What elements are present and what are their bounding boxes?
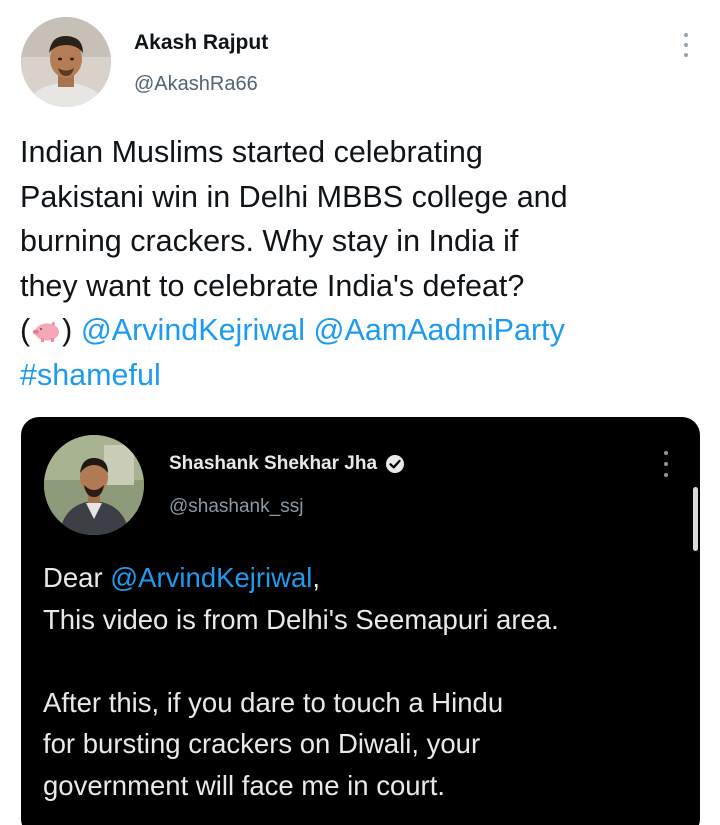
- quoted-text-line: This video is from Delhi's Seemapuri are…: [43, 603, 559, 635]
- dot: [684, 33, 688, 37]
- quoted-text-line: After this, if you dare to touch a Hindu: [43, 686, 504, 718]
- tweet-text-line: ( ) @ArvindKejriwal @AamAadmiParty: [20, 308, 700, 353]
- author-avatar-image: [21, 17, 111, 107]
- quoted-text-line: for bursting crackers on Diwali, your: [43, 728, 481, 759]
- author-avatar[interactable]: [21, 17, 111, 107]
- dot: [664, 451, 668, 455]
- paren-close: ): [62, 313, 73, 348]
- tweet-text-line: #shameful: [20, 353, 700, 398]
- verified-badge-icon: [386, 455, 405, 473]
- paren-open: (: [20, 313, 31, 348]
- tweet-text-line: Pakistani win in Delhi MBBS college and: [20, 179, 568, 214]
- mention-link[interactable]: @ArvindKejriwal: [81, 313, 305, 347]
- quoted-avatar-image: [44, 435, 144, 535]
- quoted-text-line: government will face me in court.: [43, 769, 445, 801]
- dot: [664, 462, 668, 466]
- quoted-author-name: Shashank Shekhar Jha: [169, 453, 378, 474]
- pig-emoji-icon: [32, 321, 60, 343]
- quoted-author-row: Shashank Shekhar Jha: [169, 453, 405, 475]
- dot: [684, 43, 688, 47]
- quoted-text-line: Dear @ArvindKejriwal,: [43, 557, 683, 599]
- quoted-author-handle: @shashank_ssj: [169, 496, 304, 517]
- dot: [684, 53, 688, 57]
- author-handle[interactable]: @AkashRa66: [134, 73, 258, 96]
- tweet-text-line: they want to celebrate India's defeat?: [20, 268, 525, 303]
- quoted-tweet-text: Dear @ArvindKejriwal, This video is from…: [43, 557, 683, 806]
- quoted-tweet-image[interactable]: Shashank Shekhar Jha @shashank_ssj Dear …: [21, 417, 700, 825]
- quoted-text-suffix: ,: [312, 562, 321, 593]
- quoted-text-prefix: Dear: [43, 562, 111, 593]
- hashtag-link[interactable]: #shameful: [20, 358, 161, 392]
- quoted-more-options-icon: [659, 451, 673, 477]
- dot: [664, 473, 668, 477]
- author-name[interactable]: Akash Rajput: [134, 31, 268, 55]
- mention-link[interactable]: @AamAadmiParty: [314, 313, 565, 347]
- tweet-text-line: burning crackers. Why stay in India if: [20, 224, 519, 259]
- quoted-author-avatar: [44, 435, 144, 535]
- quoted-mention-link: @ArvindKejriwal: [110, 562, 313, 593]
- more-options-icon[interactable]: [676, 33, 696, 57]
- tweet-text-line: Indian Muslims started celebrating: [20, 135, 483, 169]
- scrollbar-thumb: [693, 487, 698, 551]
- tweet: Akash Rajput @AkashRa66 Indian Muslims s…: [0, 0, 720, 825]
- tweet-text: Indian Muslims started celebrating Pakis…: [20, 130, 700, 398]
